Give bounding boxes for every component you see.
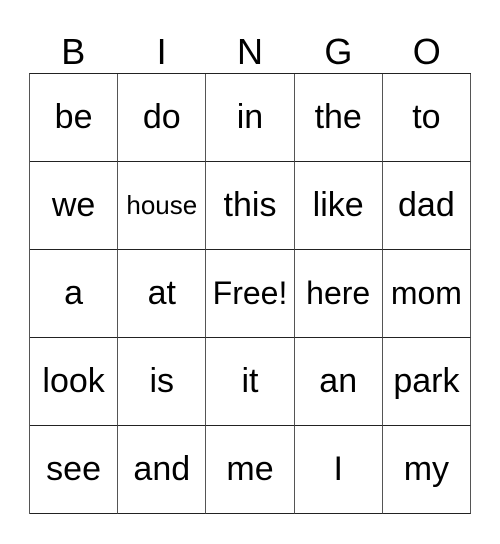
bingo-cell[interactable]: this (206, 162, 295, 250)
bingo-cell[interactable]: a (30, 250, 119, 338)
header-letter-o: O (412, 31, 441, 72)
bingo-cell[interactable]: dad (382, 162, 471, 250)
bingo-cell[interactable]: mom (382, 250, 471, 338)
bingo-cell[interactable]: we (30, 162, 119, 250)
bingo-cell[interactable]: an (294, 338, 383, 426)
bingo-cell[interactable]: like (294, 162, 383, 250)
bingo-cell[interactable]: I (294, 426, 383, 514)
header-letter-i: I (156, 31, 167, 72)
bingo-cell[interactable]: is (118, 338, 207, 426)
bingo-cell[interactable]: here (294, 250, 383, 338)
bingo-cell[interactable]: it (206, 338, 295, 426)
header-letter-g: G (324, 31, 353, 72)
header-letter-n: N (236, 31, 263, 72)
header-letter-b: B (61, 31, 86, 72)
bingo-cell[interactable]: house (118, 162, 207, 250)
bingo-cell[interactable]: to (382, 74, 471, 162)
bingo-header: B I N G O (29, 30, 471, 73)
bingo-cell[interactable]: do (118, 74, 207, 162)
bingo-cell[interactable]: the (294, 74, 383, 162)
bingo-card-grid: be do in the to we house this like dad a… (29, 73, 471, 514)
bingo-cell[interactable]: my (382, 426, 471, 514)
bingo-cell[interactable]: see (30, 426, 119, 514)
bingo-cell[interactable]: me (206, 426, 295, 514)
bingo-cell[interactable]: look (30, 338, 119, 426)
bingo-cell[interactable]: be (30, 74, 119, 162)
bingo-cell[interactable]: and (118, 426, 207, 514)
bingo-cell[interactable]: park (382, 338, 471, 426)
free-space-cell[interactable]: Free! (206, 250, 295, 338)
bingo-cell[interactable]: at (118, 250, 207, 338)
bingo-cell[interactable]: in (206, 74, 295, 162)
